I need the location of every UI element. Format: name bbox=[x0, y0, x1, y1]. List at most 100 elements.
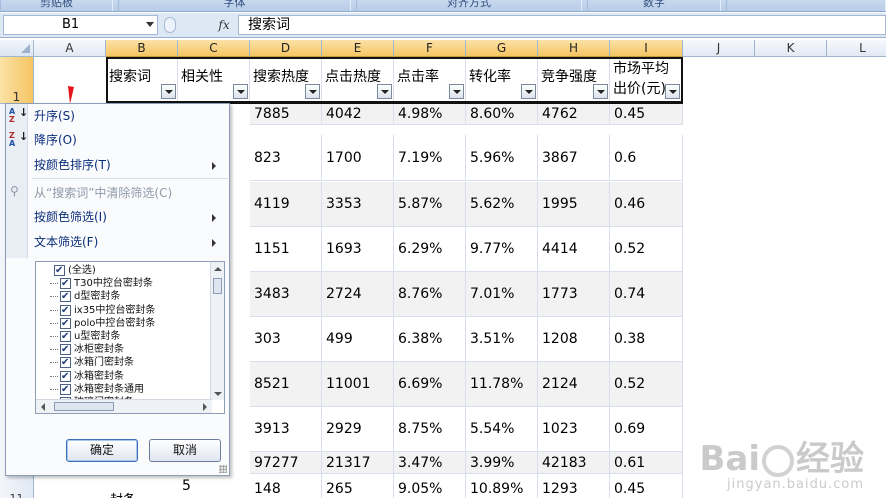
table-cell[interactable]: 3867 bbox=[538, 135, 610, 181]
table-cell[interactable]: 4.98% bbox=[394, 104, 466, 125]
table-cell[interactable]: 148 bbox=[250, 474, 322, 498]
filter-dropdown-button-avg-bid[interactable] bbox=[665, 84, 680, 99]
column-header-c[interactable]: C bbox=[178, 40, 250, 57]
table-cell[interactable]: 5.96% bbox=[466, 135, 538, 181]
select-all-corner[interactable] bbox=[0, 40, 34, 57]
filter-dropdown-button-search-heat[interactable] bbox=[305, 84, 320, 99]
filter-value-row[interactable]: u型密封条 bbox=[36, 330, 211, 344]
table-cell[interactable]: 5.62% bbox=[466, 182, 538, 227]
ribbon-group-font[interactable]: 字体 bbox=[118, 0, 351, 11]
table-cell[interactable]: 0.45 bbox=[610, 474, 683, 498]
filter-value-row[interactable]: 冰柜密封条 bbox=[36, 343, 211, 357]
table-cell[interactable]: 8.75% bbox=[394, 407, 466, 452]
table-cell[interactable]: 4119 bbox=[250, 182, 322, 227]
partial-keyword-cell[interactable]: 封条 bbox=[106, 482, 178, 498]
table-cell[interactable]: 0.74 bbox=[610, 272, 683, 317]
checkbox[interactable] bbox=[60, 383, 71, 396]
column-header-d[interactable]: D bbox=[250, 40, 322, 57]
column-header-i[interactable]: I bbox=[610, 40, 683, 57]
table-cell[interactable]: 6.38% bbox=[394, 317, 466, 362]
table-cell[interactable]: 6.69% bbox=[394, 362, 466, 407]
menu-sort-descending[interactable]: 降序(O) bbox=[34, 130, 224, 150]
ribbon-group-alignment[interactable]: 对齐方式 bbox=[356, 0, 582, 11]
scroll-right-icon[interactable] bbox=[203, 403, 207, 411]
table-cell[interactable]: 1293 bbox=[538, 474, 610, 498]
cancel-button[interactable]: 取消 bbox=[149, 439, 221, 462]
scroll-down-icon[interactable] bbox=[214, 392, 222, 396]
filter-value-row[interactable]: 冰箱密封条 bbox=[36, 370, 211, 384]
table-cell[interactable]: 9.77% bbox=[466, 227, 538, 272]
table-cell[interactable]: 9.05% bbox=[394, 474, 466, 498]
ribbon-group-number[interactable]: 数字 bbox=[587, 0, 721, 11]
table-cell[interactable]: 3483 bbox=[250, 272, 322, 317]
table-cell[interactable]: 8521 bbox=[250, 362, 322, 407]
table-cell[interactable]: 823 bbox=[250, 135, 322, 181]
table-cell[interactable]: 1151 bbox=[250, 227, 322, 272]
name-box[interactable]: B1 bbox=[3, 15, 158, 35]
table-cell[interactable]: 4762 bbox=[538, 104, 610, 125]
table-cell[interactable]: 265 bbox=[322, 474, 394, 498]
table-cell[interactable]: 10.89% bbox=[466, 474, 538, 498]
checkbox[interactable] bbox=[60, 304, 71, 317]
checkbox[interactable] bbox=[60, 343, 71, 356]
column-header-g[interactable]: G bbox=[466, 40, 538, 57]
table-cell[interactable]: 4042 bbox=[322, 104, 394, 125]
list-vertical-scrollbar[interactable] bbox=[210, 262, 224, 400]
table-cell[interactable]: 42183 bbox=[538, 452, 610, 474]
filter-dropdown-button-competition[interactable] bbox=[593, 84, 608, 99]
column-header-f[interactable]: F bbox=[394, 40, 466, 57]
select-all-checkbox-row[interactable]: (全选) bbox=[36, 264, 211, 278]
name-box-dropdown-icon[interactable] bbox=[146, 22, 154, 27]
insert-function-button[interactable]: fx bbox=[214, 16, 234, 34]
filter-dropdown-button-keyword[interactable] bbox=[161, 84, 176, 99]
table-cell[interactable]: 0.52 bbox=[610, 227, 683, 272]
table-cell[interactable]: 4414 bbox=[538, 227, 610, 272]
list-horizontal-scrollbar[interactable] bbox=[36, 399, 212, 413]
ok-button[interactable]: 确定 bbox=[66, 439, 138, 462]
checkbox[interactable] bbox=[60, 356, 71, 369]
filter-dropdown-button-ctr[interactable] bbox=[449, 84, 464, 99]
filter-dropdown-button-click-heat[interactable] bbox=[377, 84, 392, 99]
menu-sort-by-color[interactable]: 按颜色排序(T) bbox=[34, 155, 224, 175]
row-header-1[interactable]: 1 bbox=[0, 57, 34, 104]
table-cell[interactable]: 3913 bbox=[250, 407, 322, 452]
filter-dropdown-button-relevance[interactable] bbox=[233, 84, 248, 99]
column-header-h[interactable]: H bbox=[538, 40, 610, 57]
partial-relevance-cell[interactable]: 5 bbox=[178, 474, 250, 498]
filter-value-row[interactable]: 冰箱密封条通用 bbox=[36, 383, 211, 397]
menu-clear-filter[interactable]: 从“搜索词”中清除筛选(C) bbox=[34, 183, 224, 203]
filter-value-row[interactable]: d型密封条 bbox=[36, 290, 211, 304]
table-cell[interactable]: 6.29% bbox=[394, 227, 466, 272]
table-cell[interactable]: 1700 bbox=[322, 135, 394, 181]
filter-value-row[interactable]: polo中控台密封条 bbox=[36, 317, 211, 331]
table-cell[interactable]: 2124 bbox=[538, 362, 610, 407]
column-header-j[interactable]: J bbox=[683, 40, 755, 57]
table-cell[interactable]: 8.76% bbox=[394, 272, 466, 317]
table-cell[interactable]: 11001 bbox=[322, 362, 394, 407]
scroll-thumb[interactable] bbox=[54, 402, 114, 411]
checkbox[interactable] bbox=[54, 264, 65, 277]
table-cell[interactable]: 2929 bbox=[322, 407, 394, 452]
column-header-l[interactable]: L bbox=[827, 40, 886, 57]
table-cell[interactable]: 0.6 bbox=[610, 135, 683, 181]
table-cell[interactable]: 2724 bbox=[322, 272, 394, 317]
checkbox[interactable] bbox=[60, 330, 71, 343]
checkbox[interactable] bbox=[60, 277, 71, 290]
ribbon-group-clipboard[interactable]: 剪贴板 bbox=[0, 0, 113, 11]
menu-text-filter[interactable]: 文本筛选(F) bbox=[34, 232, 224, 252]
table-cell[interactable]: 3.51% bbox=[466, 317, 538, 362]
table-cell[interactable]: 303 bbox=[250, 317, 322, 362]
table-cell[interactable]: 5.87% bbox=[394, 182, 466, 227]
table-cell[interactable]: 11.78% bbox=[466, 362, 538, 407]
menu-filter-by-color[interactable]: 按颜色筛选(I) bbox=[34, 207, 224, 227]
table-cell[interactable]: 3.99% bbox=[466, 452, 538, 474]
scroll-left-icon[interactable] bbox=[41, 403, 45, 411]
formula-input[interactable]: 搜索词 bbox=[238, 15, 886, 35]
table-cell[interactable]: 0.45 bbox=[610, 104, 683, 125]
table-cell[interactable]: 1773 bbox=[538, 272, 610, 317]
table-cell[interactable]: 3.47% bbox=[394, 452, 466, 474]
scroll-thumb[interactable] bbox=[213, 278, 222, 294]
table-cell[interactable]: 7.01% bbox=[466, 272, 538, 317]
table-cell[interactable]: 1693 bbox=[322, 227, 394, 272]
column-header-e[interactable]: E bbox=[322, 40, 394, 57]
